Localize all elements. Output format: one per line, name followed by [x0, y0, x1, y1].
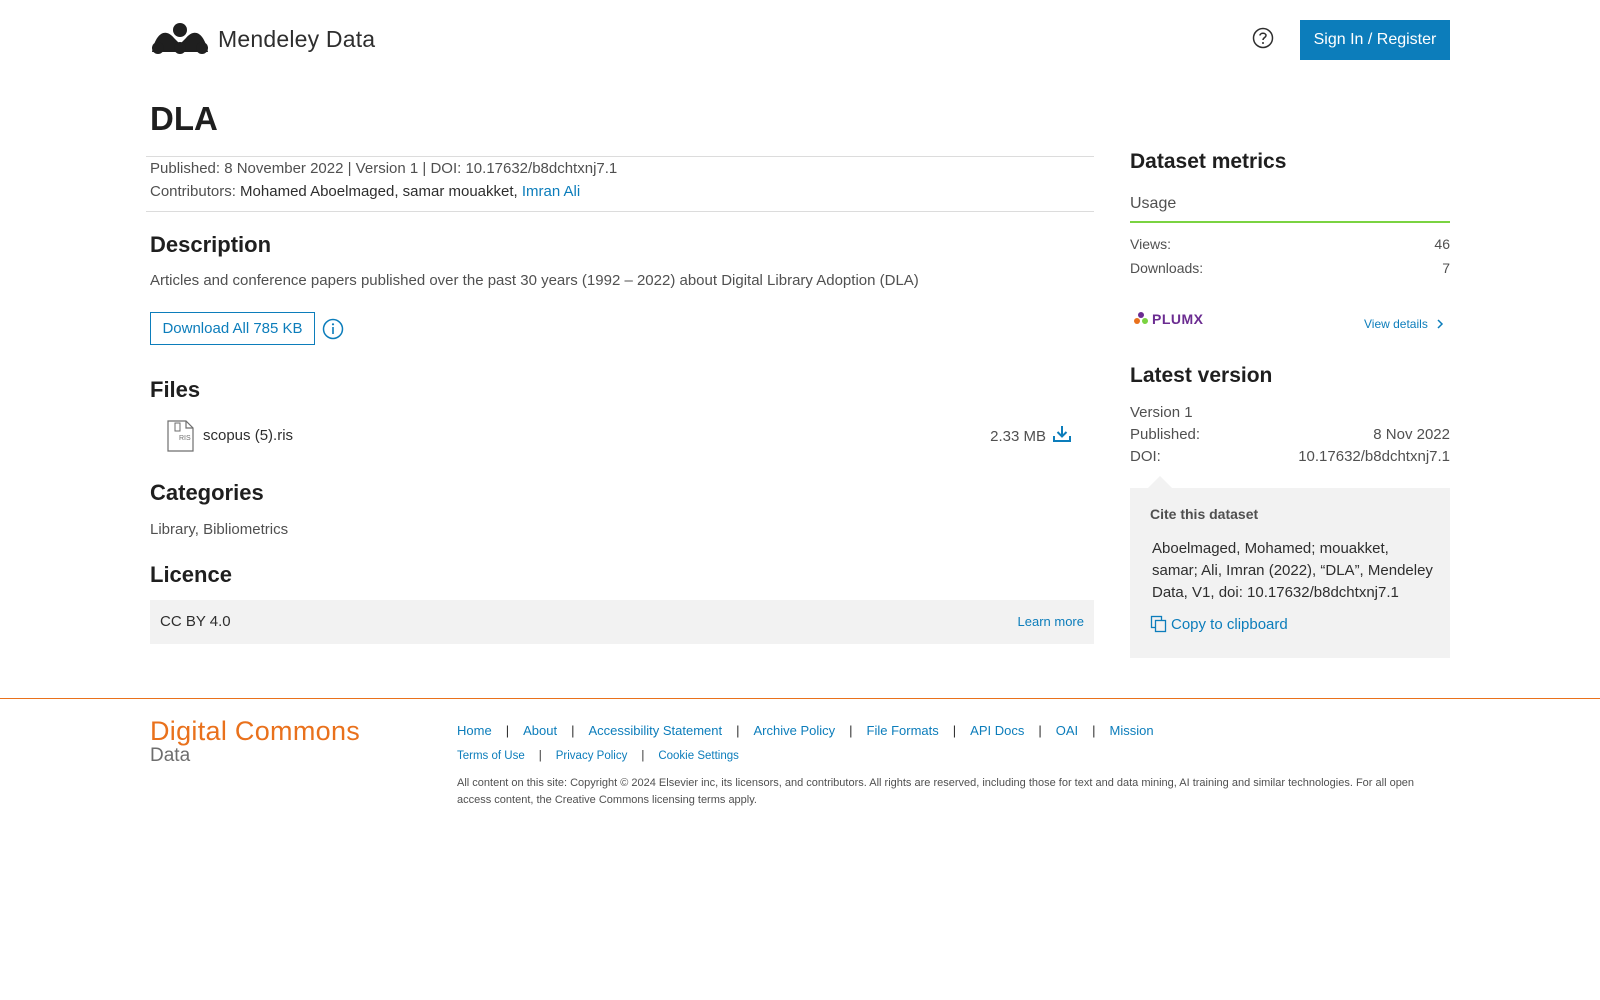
- cite-box-arrow: [1148, 476, 1172, 488]
- dataset-metrics-heading: Dataset metrics: [1130, 150, 1287, 173]
- footer-divider: [0, 698, 1600, 699]
- copyright-text: All content on this site: Copyright © 20…: [457, 777, 1415, 806]
- tab-usage[interactable]: Usage: [1130, 195, 1176, 213]
- contributors: Contributors: Mohamed Aboelmaged, samar …: [150, 180, 1094, 203]
- dataset-title: DLA: [150, 100, 218, 137]
- published-row: Published: 8 Nov 2022: [1130, 426, 1450, 443]
- footer-link-api-docs[interactable]: API Docs: [970, 723, 1024, 738]
- footer-link-cookie-settings[interactable]: Cookie Settings: [658, 750, 739, 762]
- licence-heading: Licence: [150, 562, 232, 587]
- published-label: Published:: [1130, 426, 1201, 443]
- svg-text:RIS: RIS: [179, 435, 191, 442]
- description-text: Articles and conference papers published…: [150, 272, 919, 289]
- footer-link-mission[interactable]: Mission: [1110, 723, 1154, 738]
- copy-label: Copy to clipboard: [1171, 615, 1288, 633]
- views-value: 46: [1434, 236, 1450, 252]
- citation-text: Aboelmaged, Mohamed; mouakket, samar; Al…: [1152, 540, 1433, 601]
- footer-separator: |: [571, 723, 575, 738]
- sign-in-register-button[interactable]: Sign In / Register: [1300, 20, 1450, 60]
- files-heading: Files: [150, 377, 201, 402]
- digital-commons-sub: Data: [150, 745, 191, 766]
- metric-downloads: Downloads: 7: [1130, 260, 1450, 276]
- categories-heading: Categories: [150, 480, 264, 505]
- doi-value[interactable]: 10.17632/b8dchtxnj7.1: [1298, 448, 1450, 465]
- usage-tab-underline: [1130, 221, 1450, 223]
- plumx-logo[interactable]: PLUMX: [1133, 311, 1204, 327]
- plumx-icon: [1134, 312, 1148, 324]
- download-icon[interactable]: [1052, 424, 1072, 444]
- licence-name: CC BY 4.0: [160, 613, 231, 630]
- mendeley-logo-icon: [152, 23, 208, 54]
- footer-legal-links: Terms of Use | Privacy Policy | Cookie S…: [457, 750, 739, 762]
- latest-version-heading: Latest version: [1130, 364, 1273, 387]
- footer-link-privacy[interactable]: Privacy Policy: [556, 750, 628, 762]
- copy-to-clipboard-button[interactable]: Copy to clipboard: [1150, 615, 1288, 633]
- footer-link-about[interactable]: About: [523, 723, 557, 738]
- downloads-label: Downloads:: [1130, 260, 1204, 276]
- file-size: 2.33 MB: [990, 428, 1046, 445]
- footer-links: Home | About | Accessibility Statement |…: [457, 723, 1154, 738]
- footer-link-oai[interactable]: OAI: [1056, 723, 1078, 738]
- footer-link-file-formats[interactable]: File Formats: [867, 723, 939, 738]
- cite-heading: Cite this dataset: [1150, 506, 1259, 522]
- licence-learn-more-link[interactable]: Learn more: [1018, 614, 1084, 629]
- digital-commons-logo[interactable]: Digital Commons Data: [150, 716, 360, 767]
- metric-views: Views: 46: [1130, 236, 1450, 252]
- footer-link-archive-policy[interactable]: Archive Policy: [754, 723, 836, 738]
- footer-separator: |: [952, 723, 957, 738]
- chevron-right-icon: [1437, 319, 1443, 329]
- contributors-label: Contributors:: [150, 183, 236, 200]
- downloads-value: 7: [1442, 260, 1450, 276]
- info-icon[interactable]: [322, 318, 344, 340]
- footer-separator: |: [849, 723, 853, 738]
- help-icon[interactable]: [1252, 27, 1274, 49]
- download-all-button[interactable]: Download All 785 KB: [150, 312, 315, 345]
- dataset-meta: Published: 8 November 2022 | Version 1 |…: [146, 156, 1094, 212]
- footer-separator: |: [641, 750, 645, 762]
- footer-separator: |: [505, 723, 510, 738]
- version-row: Version 1: [1130, 404, 1450, 421]
- view-details-link[interactable]: View details: [1364, 317, 1446, 331]
- digital-commons-brand: Digital Commons: [150, 716, 361, 746]
- view-details-label: View details: [1364, 317, 1428, 331]
- footer-separator: |: [538, 750, 542, 762]
- contributors-names: Mohamed Aboelmaged, samar mouakket,: [240, 183, 518, 200]
- file-row[interactable]: RIS scopus (5).ris 2.33 MB: [166, 420, 1084, 454]
- logo-text: Mendeley Data: [218, 25, 376, 52]
- published-info: Published: 8 November 2022 | Version 1 |…: [150, 160, 618, 177]
- views-label: Views:: [1130, 236, 1171, 252]
- ris-file-icon: RIS: [167, 420, 194, 452]
- footer-separator: |: [1038, 723, 1042, 738]
- footer-separator: |: [736, 723, 740, 738]
- published-value: 8 Nov 2022: [1373, 426, 1450, 443]
- file-name[interactable]: scopus (5).ris: [203, 427, 293, 444]
- footer-link-home[interactable]: Home: [457, 723, 492, 738]
- footer-link-accessibility[interactable]: Accessibility Statement: [588, 723, 722, 738]
- cite-box: Cite this dataset Aboelmaged, Mohamed; m…: [1130, 488, 1450, 658]
- categories-list[interactable]: Library, Bibliometrics: [150, 521, 288, 538]
- plumx-text: PLUMX: [1152, 311, 1204, 327]
- contributor-link-imran-ali[interactable]: Imran Ali: [522, 183, 580, 200]
- doi-row: DOI: 10.17632/b8dchtxnj7.1: [1130, 448, 1450, 465]
- version-label: Version 1: [1130, 404, 1193, 421]
- licence-box: CC BY 4.0 Learn more: [150, 600, 1094, 644]
- footer-separator: |: [1092, 723, 1096, 738]
- footer-link-terms[interactable]: Terms of Use: [457, 750, 525, 762]
- description-heading: Description: [150, 232, 272, 257]
- copy-icon: [1150, 615, 1167, 633]
- mendeley-logo[interactable]: Mendeley Data: [150, 22, 375, 56]
- doi-label: DOI:: [1130, 448, 1161, 465]
